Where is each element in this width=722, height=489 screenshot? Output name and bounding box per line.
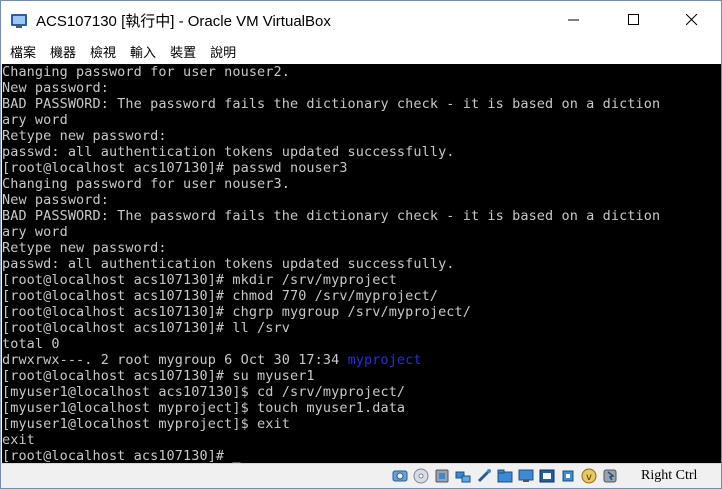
virtualbox-icon (11, 14, 27, 28)
terminal-line: BAD PASSWORD: The password fails the dic… (2, 96, 661, 112)
title-bar[interactable]: ACS107130 [執行中] - Oracle VM VirtualBox (1, 1, 721, 39)
video-capture-icon[interactable] (538, 467, 556, 485)
audio-icon[interactable] (433, 467, 451, 485)
menu-machine[interactable]: 機器 (50, 42, 76, 61)
device-status-icons: v (391, 467, 619, 485)
terminal-ls-line: drwxrwx---. 2 root mygroup 6 Oct 30 17:3… (2, 352, 721, 368)
terminal-line: [root@localhost acs107130]# chgrp mygrou… (2, 304, 471, 320)
close-button[interactable] (669, 1, 715, 39)
ls-entry-details: drwxrwx---. 2 root mygroup 6 Oct 30 17:3… (2, 352, 348, 368)
terminal-prompt-line[interactable]: [root@localhost acs107130]# _ (2, 448, 721, 463)
window-title: ACS107130 [執行中] - Oracle VM VirtualBox (36, 13, 331, 30)
terminal-line: Changing password for user nouser2. (2, 64, 290, 80)
terminal-line: [myuser1@localhost myproject]$ exit (2, 416, 290, 432)
host-key-label: Right Ctrl (641, 468, 698, 483)
maximize-button[interactable] (611, 1, 657, 39)
virtualization-icon[interactable]: v (580, 467, 598, 485)
network-icon[interactable] (454, 467, 472, 485)
status-bar: v Right Ctrl (1, 463, 721, 488)
terminal-line: BAD PASSWORD: The password fails the dic… (2, 208, 661, 224)
menu-input[interactable]: 輸入 (130, 42, 156, 61)
terminal-line: New password: (2, 80, 109, 96)
hard-disk-icon[interactable] (391, 467, 409, 485)
ls-directory-name: myproject (347, 352, 422, 368)
terminal-line: [root@localhost acs107130]# passwd nouse… (2, 160, 348, 176)
menu-file[interactable]: 檔案 (10, 42, 36, 61)
cpu-icon[interactable] (559, 467, 577, 485)
terminal-line: total 0 (2, 336, 60, 352)
display-icon[interactable] (517, 467, 535, 485)
close-icon (686, 14, 698, 26)
terminal-line: Retype new password: (2, 128, 167, 144)
terminal-line: [root@localhost acs107130]# su myuser1 (2, 368, 315, 384)
terminal-line: Retype new password: (2, 240, 167, 256)
terminal-line: passwd: all authentication tokens update… (2, 144, 455, 160)
virtualbox-window: ACS107130 [執行中] - Oracle VM VirtualBox 檔… (0, 0, 722, 489)
menu-view[interactable]: 檢視 (90, 42, 116, 61)
terminal-line: New password: (2, 192, 109, 208)
terminal-line: [myuser1@localhost myproject]$ touch myu… (2, 400, 406, 416)
terminal-line: [root@localhost acs107130]# chmod 770 /s… (2, 288, 439, 304)
shell-prompt: [root@localhost acs107130]# (2, 448, 233, 463)
terminal-line: ary word (2, 224, 68, 240)
terminal-line: Changing password for user nouser3. (2, 176, 290, 192)
terminal-line: [myuser1@localhost acs107130]$ cd /srv/m… (2, 384, 406, 400)
shared-folders-icon[interactable] (496, 467, 514, 485)
menu-bar: 檔案 機器 檢視 輸入 裝置 說明 (1, 39, 721, 63)
vm-console[interactable]: Changing password for user nouser2. New … (2, 64, 721, 463)
usb-icon[interactable] (475, 467, 493, 485)
minimize-button[interactable] (551, 1, 597, 39)
terminal-line: [root@localhost acs107130]# ll /srv (2, 320, 290, 336)
optical-drive-icon[interactable] (412, 467, 430, 485)
terminal-line: ary word (2, 112, 68, 128)
minimize-icon (568, 19, 579, 21)
terminal-line: passwd: all authentication tokens update… (2, 256, 455, 272)
terminal-line: exit (2, 432, 35, 448)
menu-help[interactable]: 說明 (210, 42, 236, 61)
maximize-icon (628, 14, 639, 25)
menu-devices[interactable]: 裝置 (170, 42, 196, 61)
mouse-integration-icon[interactable] (601, 467, 619, 485)
svg-text:v: v (586, 472, 592, 483)
text-cursor: _ (232, 448, 241, 463)
terminal-line: [root@localhost acs107130]# mkdir /srv/m… (2, 272, 397, 288)
